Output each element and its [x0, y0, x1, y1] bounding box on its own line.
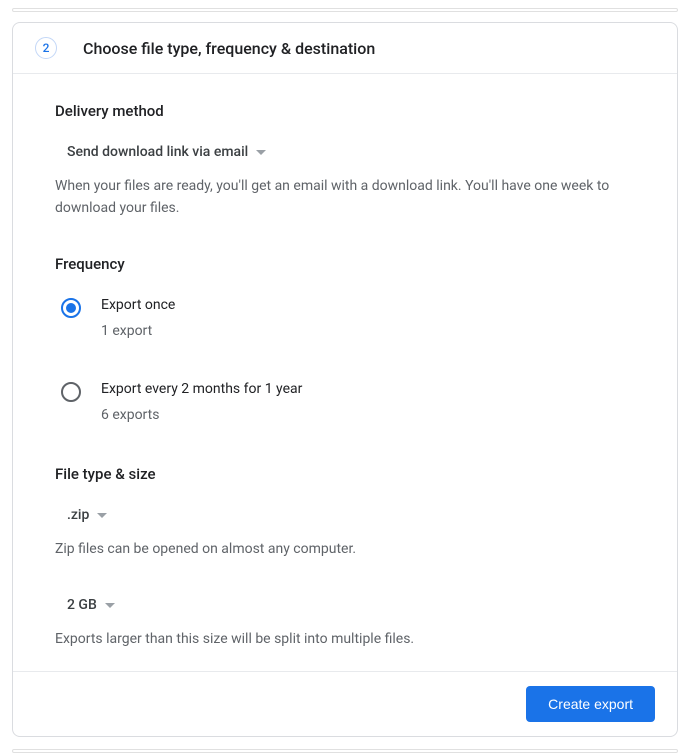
radio-label: Export every 2 months for 1 year — [101, 381, 302, 397]
caret-down-icon — [105, 603, 115, 608]
radio-icon — [61, 382, 81, 402]
next-card-edge — [12, 749, 678, 753]
frequency-option-recurring[interactable]: Export every 2 months for 1 year 6 expor… — [55, 375, 635, 429]
file-size-dropdown[interactable]: 2 GB — [55, 591, 125, 619]
frequency-heading: Frequency — [55, 255, 635, 273]
caret-down-icon — [256, 150, 266, 155]
file-size-helper-text: Exports larger than this size will be sp… — [55, 629, 635, 651]
radio-sublabel: 1 export — [101, 323, 175, 339]
file-type-dropdown[interactable]: .zip — [55, 501, 117, 529]
step-footer: Create export — [13, 671, 677, 736]
frequency-section: Frequency Export once 1 export Export ev… — [55, 255, 635, 429]
delivery-method-value: Send download link via email — [67, 144, 248, 160]
step-card: 2 Choose file type, frequency & destinat… — [12, 22, 678, 737]
step-number-badge: 2 — [35, 37, 57, 59]
file-type-helper-text: Zip files can be opened on almost any co… — [55, 539, 635, 561]
radio-dot-icon — [66, 303, 76, 313]
filetype-section: File type & size .zip Zip files can be o… — [55, 465, 635, 650]
caret-down-icon — [97, 513, 107, 518]
file-type-value: .zip — [67, 507, 89, 523]
step-title: Choose file type, frequency & destinatio… — [83, 39, 375, 58]
frequency-option-once[interactable]: Export once 1 export — [55, 291, 635, 345]
step-header: 2 Choose file type, frequency & destinat… — [13, 23, 677, 74]
radio-labels: Export every 2 months for 1 year 6 expor… — [101, 381, 302, 423]
previous-step-card-edge — [12, 8, 678, 12]
radio-labels: Export once 1 export — [101, 297, 175, 339]
delivery-section: Delivery method Send download link via e… — [55, 102, 635, 219]
radio-sublabel: 6 exports — [101, 407, 302, 423]
delivery-heading: Delivery method — [55, 102, 635, 120]
radio-label: Export once — [101, 297, 175, 313]
delivery-method-dropdown[interactable]: Send download link via email — [55, 138, 276, 166]
file-size-value: 2 GB — [67, 597, 97, 613]
filetype-heading: File type & size — [55, 465, 635, 483]
radio-icon — [61, 298, 81, 318]
step-body: Delivery method Send download link via e… — [13, 74, 677, 671]
delivery-helper-text: When your files are ready, you'll get an… — [55, 176, 635, 219]
create-export-button[interactable]: Create export — [526, 686, 655, 722]
